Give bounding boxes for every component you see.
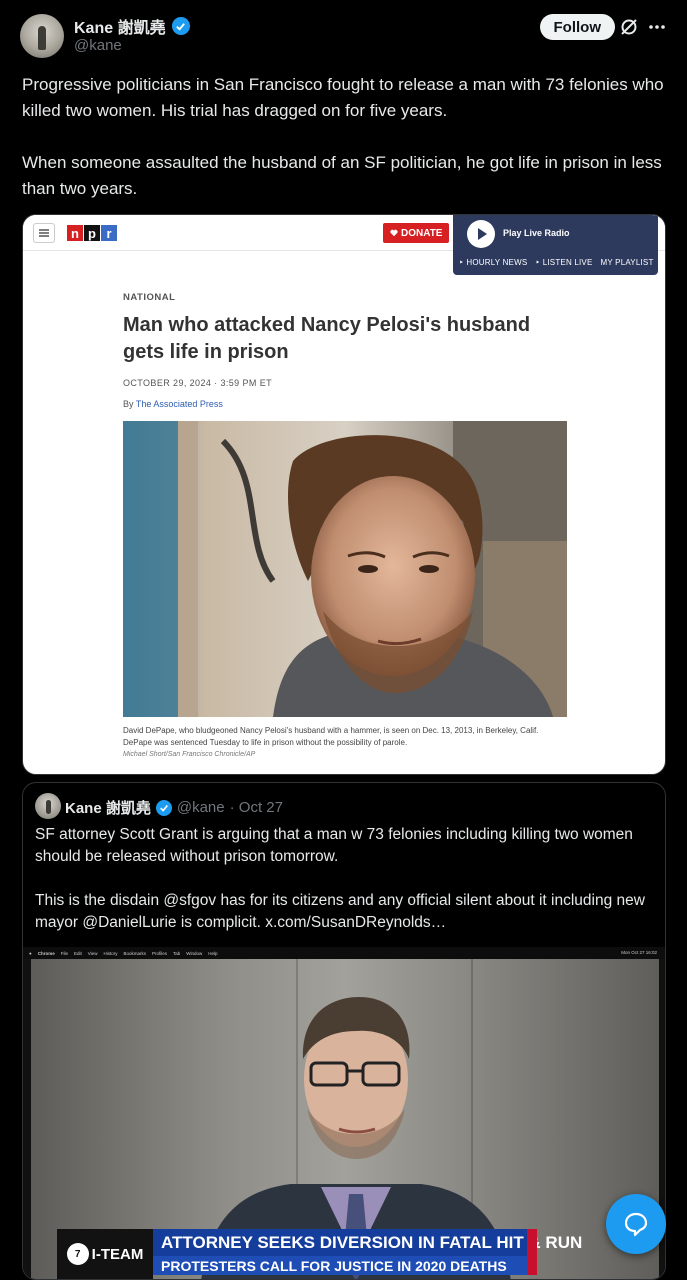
npr-logo-n: n	[67, 225, 83, 241]
chyron-accent	[527, 1229, 537, 1275]
chyron-headline: ATTORNEY SEEKS DIVERSION IN FATAL HIT & …	[153, 1229, 582, 1256]
news-chyron: 7 I-TEAM ATTORNEY SEEKS DIVERSION IN FAT…	[57, 1229, 582, 1279]
donate-button: DONATE	[383, 223, 450, 243]
quoted-author-name: Kane 謝凱堯	[65, 800, 151, 817]
byline-prefix: By	[123, 399, 136, 409]
npr-article-header: NATIONAL Man who attacked Nancy Pelosi's…	[123, 292, 573, 409]
quoted-header: Kane 謝凱堯 @kane · Oct 27	[65, 797, 283, 818]
article-headline: Man who attacked Nancy Pelosi's husband …	[123, 314, 531, 363]
follow-button[interactable]: Follow	[539, 14, 615, 40]
npr-logo: n p r	[67, 225, 117, 241]
tweet-media-image[interactable]: n p r DONATE Play Live Radio ‣ HOURLY NE…	[22, 214, 666, 775]
verified-badge-icon	[171, 17, 190, 35]
author-name[interactable]: Kane 謝凱堯	[74, 14, 166, 38]
tweet-paragraph: Progressive politicians in San Francisco…	[22, 75, 664, 120]
quoted-date: · Oct 27	[229, 799, 283, 816]
menubar-item: History	[103, 950, 118, 956]
author-handle[interactable]: @kane	[74, 37, 122, 54]
grok-icon[interactable]	[619, 17, 639, 37]
my-playlist-link: MY PLAYLIST	[600, 258, 654, 267]
article-section: NATIONAL	[123, 292, 176, 303]
radio-links: ‣ HOURLY NEWS ‣ LISTEN LIVE MY PLAYLIST	[459, 258, 654, 267]
menubar-item: Chrome	[37, 950, 55, 956]
menubar-item: Tab	[173, 950, 181, 956]
menubar-item: Help	[208, 950, 218, 956]
hourly-news-link: ‣ HOURLY NEWS	[459, 258, 528, 267]
caption-text: David DePape, who bludgeoned Nancy Pelos…	[123, 726, 539, 747]
tweet-header: Kane 謝凱堯 @kane Follow	[20, 12, 667, 62]
menubar-clock: Mon Oct 27 16:02	[621, 950, 657, 955]
photo-credit: Michael Short/San Francisco Chronicle/AP	[123, 751, 256, 758]
menubar-item: Edit	[74, 950, 82, 956]
donate-label: DONATE	[401, 227, 443, 239]
quoted-video[interactable]: ● Chrome File Edit View History Bookmark…	[23, 947, 665, 1279]
tweet-paragraph: When someone assaulted the husband of an…	[22, 153, 662, 198]
quoted-text: SF attorney Scott Grant is arguing that …	[35, 824, 655, 956]
menubar-item: Bookmarks	[123, 950, 146, 956]
apple-icon: ●	[29, 950, 32, 956]
chyron-logo-text: I-TEAM	[91, 1245, 144, 1263]
more-icon[interactable]	[647, 17, 667, 37]
photo-caption: David DePape, who bludgeoned Nancy Pelos…	[123, 725, 563, 761]
play-live-radio-label: Play Live Radio	[503, 228, 570, 238]
chat-fab-button[interactable]	[606, 1194, 666, 1254]
menubar-item: Window	[186, 950, 203, 956]
heart-icon	[390, 229, 398, 237]
author-name-row[interactable]: Kane 謝凱堯	[74, 14, 190, 38]
quoted-tweet[interactable]: Kane 謝凱堯 @kane · Oct 27 SF attorney Scot…	[22, 782, 666, 1280]
verified-badge-icon	[155, 799, 172, 816]
i-team-logo: 7 I-TEAM	[57, 1229, 153, 1279]
npr-logo-p: p	[84, 225, 100, 241]
quoted-avatar	[35, 793, 61, 819]
abc7-logo-icon: 7	[66, 1243, 89, 1265]
quoted-paragraph: SF attorney Scott Grant is arguing that …	[35, 826, 633, 865]
hamburger-menu-icon	[33, 223, 55, 243]
mac-menubar: ● Chrome File Edit View History Bookmark…	[23, 947, 665, 959]
article-byline: By The Associated Press	[123, 399, 573, 409]
menubar-item: File	[60, 950, 68, 956]
quoted-paragraph: This is the disdain @sfgov has for its c…	[35, 892, 645, 931]
npr-logo-r: r	[101, 225, 117, 241]
quoted-handle: @kane	[176, 799, 225, 816]
byline-source: The Associated Press	[135, 399, 223, 409]
play-icon	[467, 220, 495, 248]
menubar-item: Profiles	[151, 950, 167, 956]
chat-bubble-icon	[624, 1212, 648, 1237]
article-photo	[123, 421, 567, 717]
live-radio-panel: Play Live Radio ‣ HOURLY NEWS ‣ LISTEN L…	[453, 215, 658, 275]
chyron-subheadline: PROTESTERS CALL FOR JUSTICE IN 2020 DEAT…	[153, 1256, 537, 1275]
tweet-text: Progressive politicians in San Francisco…	[22, 72, 672, 228]
menubar-item: View	[87, 950, 98, 956]
article-date: OCTOBER 29, 2024 · 3:59 PM ET	[123, 378, 272, 388]
avatar[interactable]	[20, 14, 64, 58]
listen-live-link: ‣ LISTEN LIVE	[535, 258, 593, 267]
